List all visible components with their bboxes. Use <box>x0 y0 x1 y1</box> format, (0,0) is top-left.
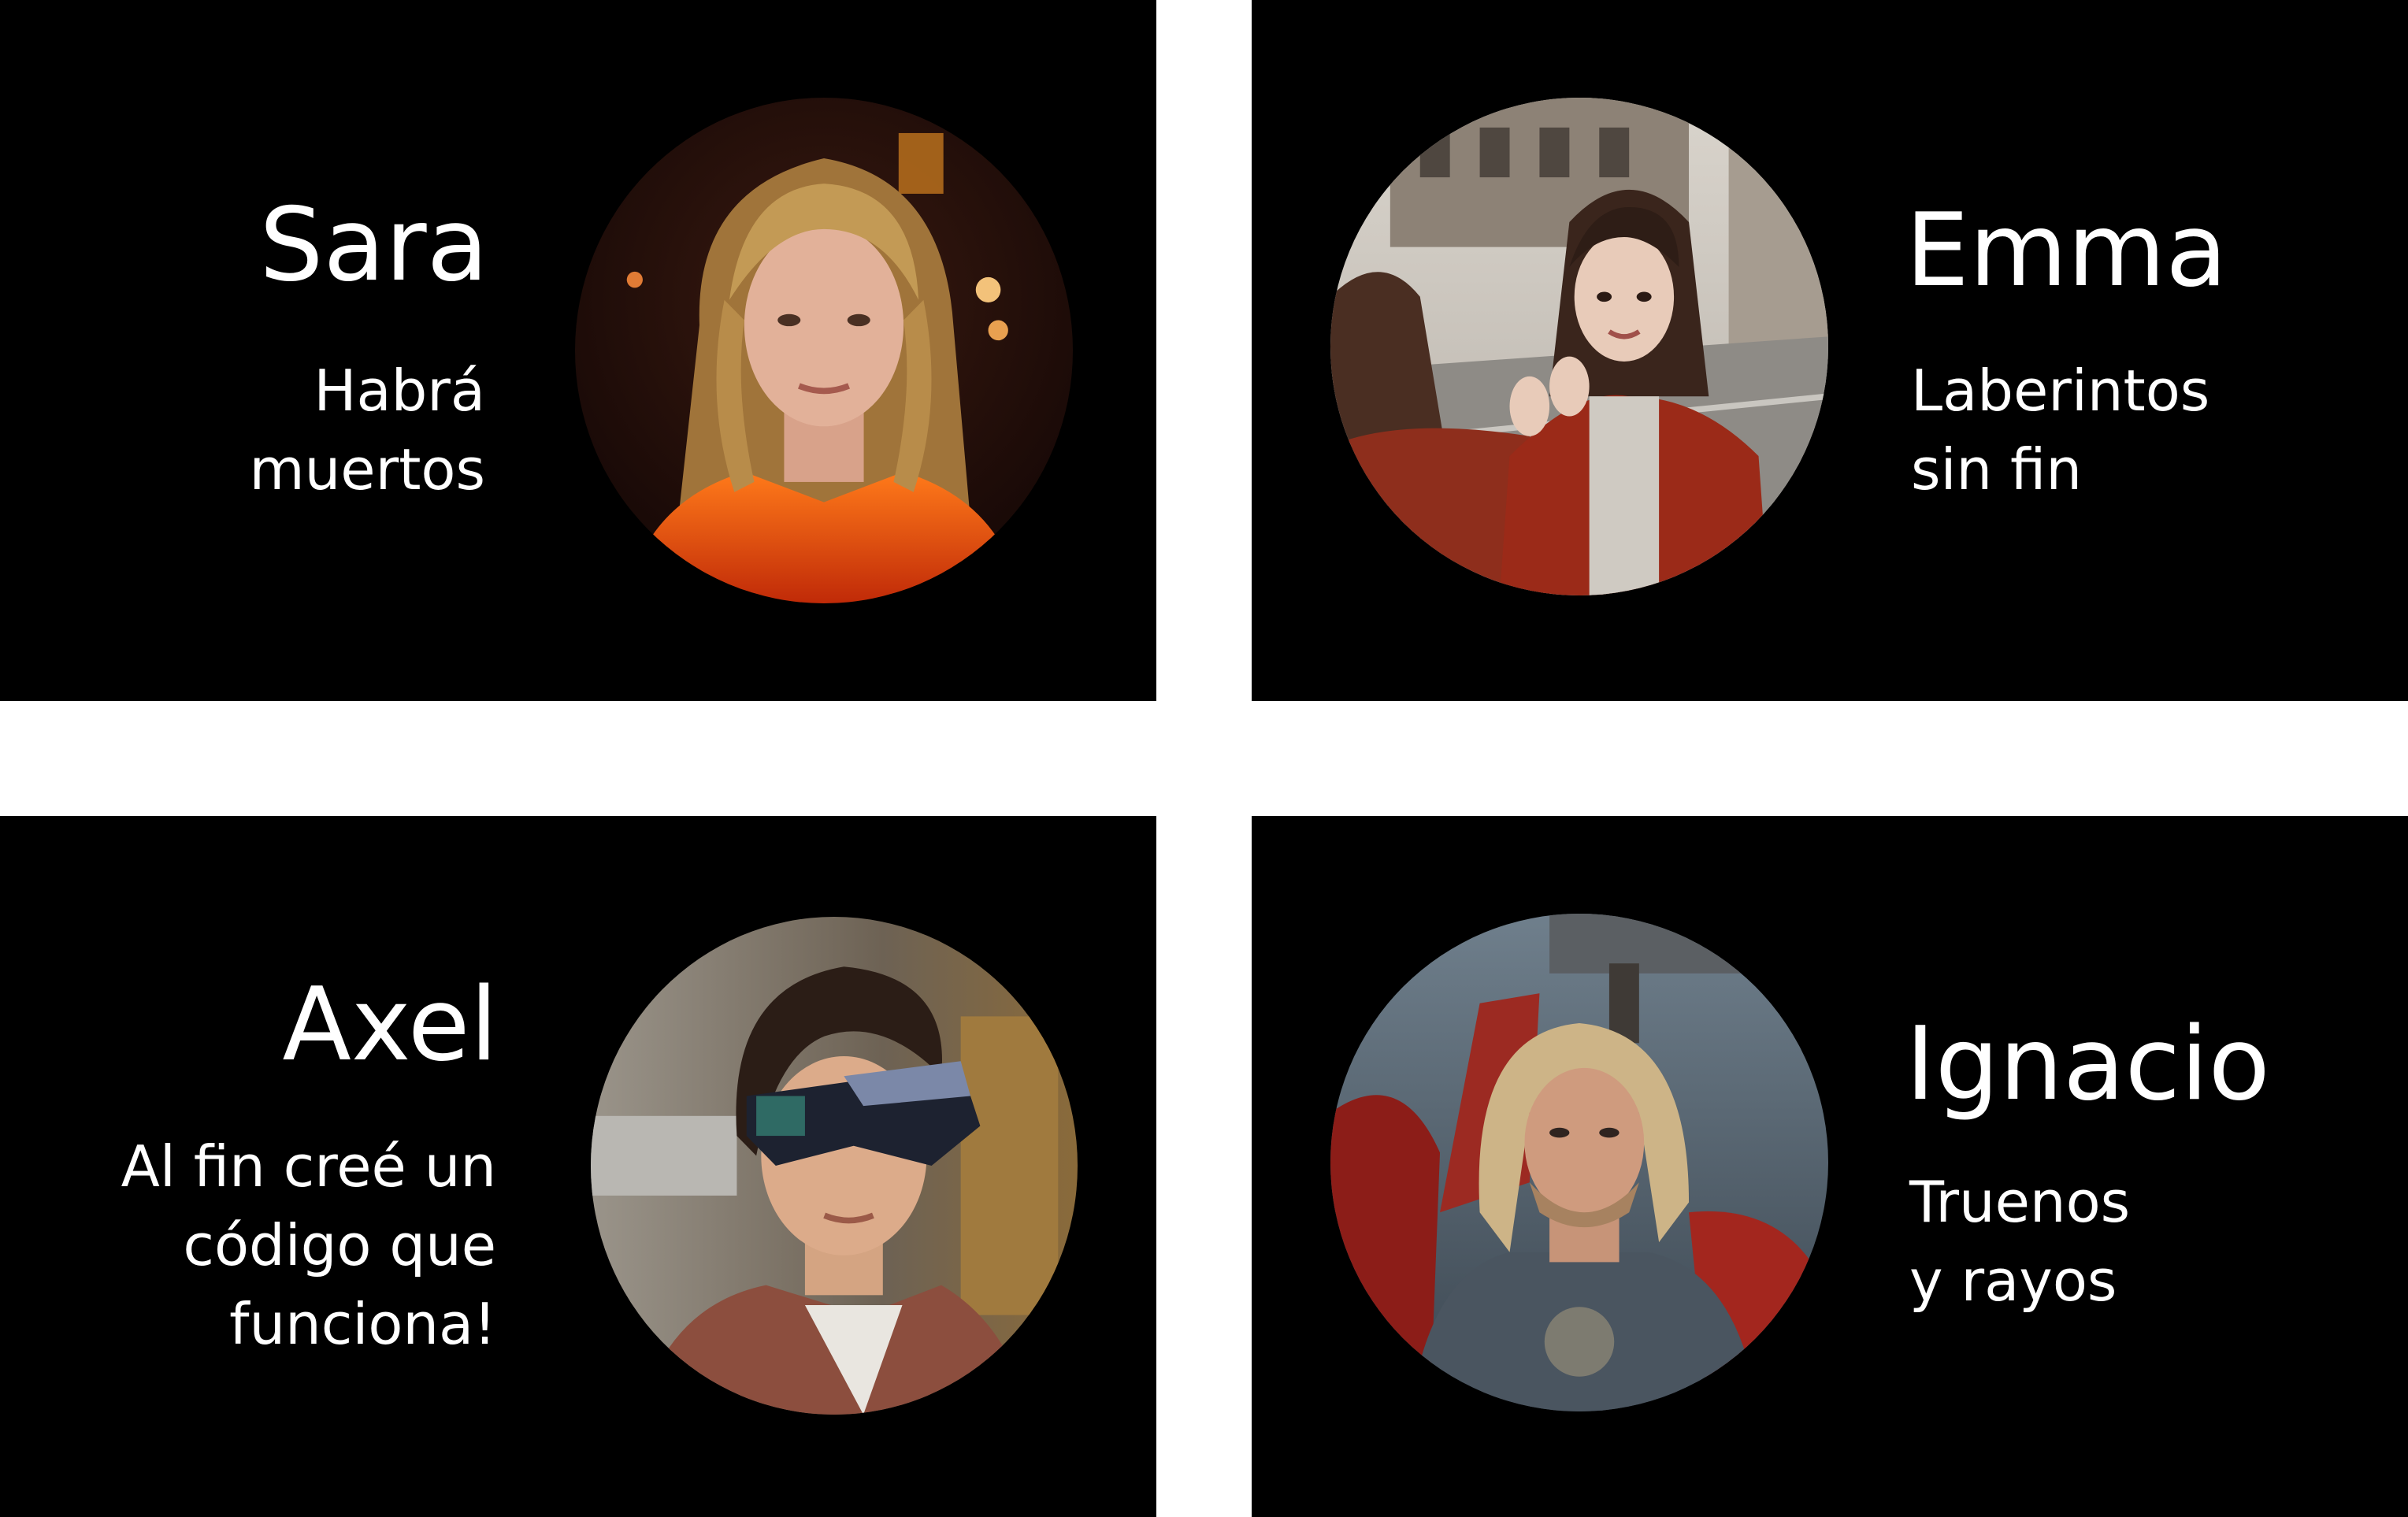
profile-quote: Laberintos sin fin <box>1911 351 2209 509</box>
profile-quote: Truenos y rayos <box>1909 1163 2130 1320</box>
avatar-image <box>1330 98 1828 595</box>
profile-quote-line: funciona! <box>229 1291 496 1357</box>
profile-quote-line: Habrá <box>314 358 485 424</box>
profile-card-axel: Axel Al fin creé un código que funciona! <box>0 816 1156 1517</box>
profile-quote-line: código que <box>183 1212 496 1278</box>
profile-card-sara: Sara Habrá muertos <box>0 0 1156 701</box>
avatar-image <box>591 917 1078 1415</box>
profile-quote-line: Al fin creé un <box>121 1133 496 1200</box>
profile-quote: Habrá muertos <box>250 351 485 509</box>
profile-quote-line: Laberintos <box>1911 358 2210 424</box>
profile-name: Axel <box>282 966 498 1084</box>
portrait-woman-icon <box>575 98 1073 603</box>
portrait-man-icon <box>591 917 1078 1415</box>
profile-quote-line: y rayos <box>1909 1248 2117 1314</box>
avatar-image <box>575 98 1073 603</box>
profile-card-ignacio: Ignacio Truenos y rayos <box>1252 816 2408 1517</box>
profile-quote: Al fin creé un código que funciona! <box>121 1127 496 1363</box>
profile-quote-line: Truenos <box>1909 1169 2131 1235</box>
profile-card-emma: Emma Laberintos sin fin <box>1252 0 2408 701</box>
profile-name: Ignacio <box>1905 1006 2270 1123</box>
profile-quote-line: sin fin <box>1911 436 2083 503</box>
portrait-woman-icon <box>1330 98 1828 595</box>
portrait-man-icon <box>1330 914 1828 1411</box>
avatar-image <box>1330 914 1828 1411</box>
profile-quote-line: muertos <box>249 436 485 503</box>
profile-name: Sara <box>259 187 488 304</box>
profile-name: Emma <box>1905 192 2228 310</box>
